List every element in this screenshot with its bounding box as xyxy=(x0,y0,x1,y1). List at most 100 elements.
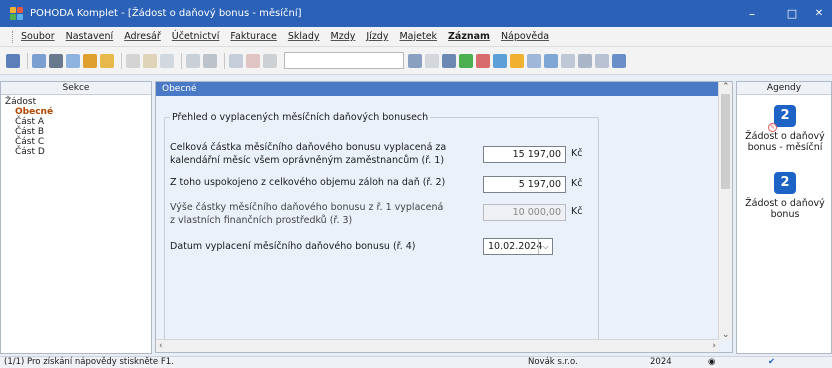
row3-label: Výše částky měsíčního daňového bonusu z … xyxy=(170,201,443,227)
report-icon[interactable] xyxy=(442,53,456,68)
vertical-scrollbar[interactable]: ⌃ ⌄ xyxy=(718,82,732,340)
help-icon[interactable] xyxy=(612,53,626,68)
toolbar-separator xyxy=(121,52,122,69)
row3-label-line1: Výše částky měsíčního daňového bonusu z … xyxy=(170,202,444,213)
menu-sklady[interactable]: Sklady xyxy=(288,31,320,42)
filter-icon[interactable] xyxy=(408,53,422,68)
grid-icon[interactable] xyxy=(578,53,592,68)
tree-item-cast-c[interactable]: Část C xyxy=(5,137,147,147)
sekce-header: Sekce xyxy=(1,82,151,95)
sekce-panel: Sekce Žádost Obecné Část A Část B Část C… xyxy=(0,81,152,354)
toolbar-separator xyxy=(224,52,225,69)
status-company: Novák s.r.o. xyxy=(528,357,578,367)
agendy-panel: Agendy 2 ✎ Žádost o daňový bonus - měsíčn… xyxy=(736,81,832,354)
user-icon[interactable] xyxy=(510,53,524,68)
tree-root-zadost[interactable]: Žádost xyxy=(5,97,147,107)
agendy-header: Agendy xyxy=(737,82,831,95)
quick-search-input[interactable] xyxy=(284,52,404,69)
agenda-zadost-mesicni[interactable]: 2 ✎ Žádost o daňový bonus - měsíční xyxy=(737,105,832,153)
edit-badge-icon: ✎ xyxy=(768,123,777,132)
menu-ucetnictvi[interactable]: Účetnictví xyxy=(172,31,220,42)
toolbar-separator xyxy=(27,52,28,69)
zadost-bonus-icon: 2 ✎ xyxy=(768,105,796,132)
agenda-item-label-line2: bonus - měsíční xyxy=(747,142,823,153)
edit-icon[interactable] xyxy=(143,53,157,68)
row2-unit: Kč xyxy=(571,178,583,189)
pohoda-logo-icon xyxy=(10,6,24,21)
payment-date-input[interactable]: 10.02.2024 ⌵ xyxy=(483,238,553,255)
status-help-text: (1/1) Pro získání nápovědy stiskněte F1. xyxy=(4,357,174,367)
menu-zaznam[interactable]: Záznam xyxy=(448,31,490,42)
group-title: Přehled o vyplacených měsíčních daňových… xyxy=(170,112,431,123)
agenda-zadost-bonus[interactable]: 2 Žádost o daňový bonus xyxy=(737,172,832,220)
scroll-up-icon[interactable]: ⌃ xyxy=(722,82,730,92)
total-bonus-input[interactable]: 15 197,00 xyxy=(483,146,566,163)
toolbar-separator xyxy=(181,52,182,69)
folder-icon[interactable] xyxy=(100,53,114,68)
minimize-button[interactable]: – xyxy=(732,0,772,27)
toolbar xyxy=(0,47,832,75)
advances-input[interactable]: 5 197,00 xyxy=(483,176,566,193)
bank-icon[interactable] xyxy=(476,53,490,68)
filter-off-icon[interactable] xyxy=(425,53,439,68)
own-funds-input: 10 000,00 xyxy=(483,204,566,221)
lock-icon: ◉ xyxy=(708,357,716,367)
home-icon[interactable] xyxy=(203,53,217,68)
menu-mzdy[interactable]: Mzdy xyxy=(331,31,356,42)
menu-soubor[interactable]: Soubor xyxy=(21,31,55,42)
menu-grip xyxy=(12,30,15,43)
sekce-tree: Žádost Obecné Část A Část B Část C Část … xyxy=(1,95,151,159)
iban-icon[interactable] xyxy=(527,53,541,68)
scroll-left-icon[interactable]: ‹ xyxy=(159,341,163,351)
status-year: 2024 xyxy=(650,357,672,367)
row1-label: Celková částka měsíčního daňového bonusu… xyxy=(170,141,446,167)
tree-item-cast-d[interactable]: Část D xyxy=(5,147,147,157)
row1-label-line2: kalendářní měsíc všem oprávněným zaměstn… xyxy=(170,155,445,166)
main-header: Obecné xyxy=(156,82,732,96)
scroll-down-icon[interactable]: ⌄ xyxy=(722,330,730,340)
menu-bar: Soubor Nastavení Adresář Účetnictví Fakt… xyxy=(0,27,832,47)
title-bar: POHODA Komplet - [Žádost o daňový bonus … xyxy=(0,0,832,27)
menu-majetek[interactable]: Majetek xyxy=(399,31,437,42)
menu-jizdy[interactable]: Jízdy xyxy=(366,31,388,42)
open-icon[interactable] xyxy=(32,53,46,68)
menu-napoveda[interactable]: Nápověda xyxy=(501,31,549,42)
window-title: POHODA Komplet - [Žádost o daňový bonus … xyxy=(30,8,302,19)
menu-fakturace[interactable]: Fakturace xyxy=(230,31,276,42)
export-icon[interactable] xyxy=(83,53,97,68)
tree-item-cast-a[interactable]: Část A xyxy=(5,117,147,127)
scroll-right-icon[interactable]: › xyxy=(712,341,716,351)
save-icon[interactable] xyxy=(229,53,243,68)
scroll-thumb[interactable] xyxy=(721,94,730,189)
checkmark-icon: ✔ xyxy=(768,357,776,367)
delete-icon[interactable] xyxy=(246,53,260,68)
tree-item-obecne[interactable]: Obecné xyxy=(5,107,147,117)
table-icon[interactable] xyxy=(561,53,575,68)
print-icon[interactable] xyxy=(49,53,63,68)
agenda-icon[interactable] xyxy=(6,53,20,68)
close-button[interactable]: ✕ xyxy=(806,0,832,27)
link-icon[interactable] xyxy=(544,53,558,68)
new-icon[interactable] xyxy=(126,53,140,68)
row1-label-line1: Celková částka měsíčního daňového bonusu… xyxy=(170,142,447,153)
main-panel: Obecné Přehled o vyplacených měsíčních d… xyxy=(155,81,733,353)
find-icon[interactable] xyxy=(263,53,277,68)
row3-unit: Kč xyxy=(571,206,583,217)
preview-icon[interactable] xyxy=(66,53,80,68)
chevron-down-icon[interactable]: ⌵ xyxy=(538,239,552,254)
horizontal-scrollbar[interactable]: ‹ › xyxy=(156,339,719,352)
list-icon[interactable] xyxy=(595,53,609,68)
ok-icon[interactable] xyxy=(459,53,473,68)
tree-item-cast-b[interactable]: Část B xyxy=(5,127,147,137)
menu-adresar[interactable]: Adresář xyxy=(124,31,161,42)
form-area: Přehled o vyplacených měsíčních daňových… xyxy=(156,96,719,352)
agenda-item-label-line1: Žádost o daňový xyxy=(745,131,825,142)
row3-label-line2: z vlastních finančních prostředků (ř. 3) xyxy=(170,215,353,226)
date-label: Datum vyplacení měsíčního daňového bonus… xyxy=(170,241,416,252)
calculator-icon[interactable] xyxy=(493,53,507,68)
menu-nastaveni[interactable]: Nastavení xyxy=(66,31,114,42)
agenda-item-label-line1: Žádost o daňový xyxy=(745,198,825,209)
copy-icon[interactable] xyxy=(160,53,174,68)
back-icon[interactable] xyxy=(186,53,200,68)
row1-unit: Kč xyxy=(571,148,583,159)
